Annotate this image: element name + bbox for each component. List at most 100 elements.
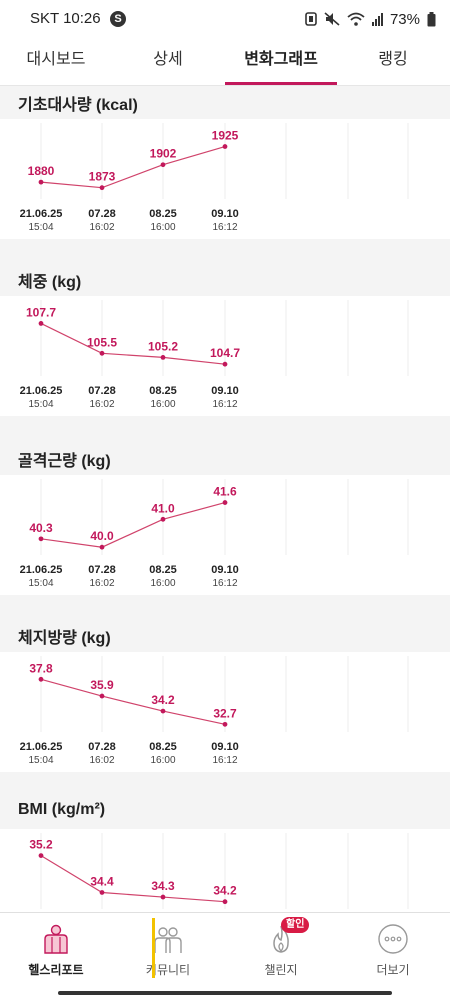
bmi-section-title: BMI (kg/m²) [18,801,106,818]
x-tick-date: 21.06.25 [20,208,63,220]
x-tick-date: 09.10 [211,208,239,220]
data-point [38,676,44,682]
tab-dashboard[interactable]: 대시보드 [0,38,112,86]
data-point [160,162,166,168]
health-report-icon [44,924,68,954]
bmr-chart: 1880 1873 1902 1925 21.06.25 15:04 07.28 16:02 0… [20,123,409,233]
data-point [38,179,44,185]
x-tick-time: 15:04 [28,755,53,766]
x-tick-time: 16:12 [212,399,237,410]
data-point [160,516,166,522]
active-tab-indicator [225,82,337,85]
x-tick-time: 16:02 [89,578,114,589]
data-label: 34.2 [213,884,237,898]
data-point [222,500,228,505]
series-line [40,855,226,903]
bmr-section-title: 기초대사량 (kcal) [18,97,138,114]
x-tick-time: 15:04 [28,399,53,410]
data-point [160,894,166,900]
muscle-chart-card: 40.3 40.0 41.0 41.6 21.06.25 15:04 07.28 16:02 0… [0,475,450,595]
x-tick-time: 15:04 [28,578,53,589]
x-tick-time: 16:00 [150,399,175,410]
x-tick-date: 08.25 [149,564,177,576]
weight-section-title: 체중 (kg) [18,274,82,291]
data-label: 34.3 [151,879,175,893]
mute-icon [324,12,340,26]
bottom-nav: 헬스리포트 커뮤니티 할인 챌린지 더보기 [0,912,450,986]
tab-detail[interactable]: 상세 [112,38,224,86]
data-label: 34.2 [151,693,175,707]
data-point [99,693,105,699]
data-label: 104.7 [210,346,240,360]
x-tick-date: 09.10 [211,564,239,576]
x-tick-time: 16:12 [212,578,237,589]
x-tick-time: 16:00 [150,578,175,589]
x-tick-date: 21.06.25 [20,741,63,753]
data-point [99,544,105,550]
data-label: 40.3 [29,521,53,535]
bmr-chart-card: 1880 1873 1902 1925 21.06.25 15:04 07.28 16:02 0… [0,119,450,239]
weight-chart-card: 107.7 105.5 105.2 104.7 21.06.25 15:04 07.28 16… [0,296,450,416]
tab-ranking[interactable]: 랭킹 [337,38,449,86]
home-gesture-handle[interactable] [58,991,392,995]
nav-health-report-label: 헬스리포트 [28,963,84,977]
x-tick-date: 21.06.25 [20,385,63,397]
x-tick-date: 09.10 [211,741,239,753]
body-fat-chart-card: 37.8 35.9 34.2 32.7 21.06.25 15:04 07.28 16:02 0… [0,652,450,772]
x-tick-date: 08.25 [149,741,177,753]
data-point [38,853,44,859]
nav-community[interactable]: 커뮤니티 [112,913,224,987]
battery-icon [427,11,436,26]
data-label: 1880 [28,164,55,178]
data-label: 105.5 [87,335,117,349]
muscle-section-title: 골격근량 (kg) [18,453,111,470]
nav-challenge-label: 챌린지 [264,963,298,977]
tab-change-graph[interactable]: 변화그래프 [225,38,337,86]
x-tick-time: 16:12 [212,755,237,766]
data-label: 32.7 [213,706,237,720]
samsung-s-icon: S [110,11,126,27]
data-point [160,355,166,360]
data-point [222,899,228,905]
x-tick-date: 07.28 [88,741,116,753]
series-line [40,145,226,189]
graph-list[interactable]: 기초대사량 (kcal) 1880 1873 1902 1925 21.06.25 15:… [0,86,450,912]
x-tick-time: 16:00 [150,755,175,766]
data-label: 35.9 [90,678,114,692]
nav-more[interactable]: 더보기 [337,913,449,987]
series-line [40,678,226,725]
challenge-discount-badge: 할인 [281,917,310,933]
bmi-chart: 35.234.434.334.221.06.2515:0407.2816:020… [29,833,409,909]
nav-community-label: 커뮤니티 [145,963,191,977]
status-bar: SKT 10:26 S 73% [0,0,450,38]
x-tick-date: 21.06.25 [20,564,63,576]
bmi-chart-card: 35.234.434.334.221.06.2515:0407.2816:020… [0,829,450,912]
x-tick-time: 16:02 [89,222,114,233]
x-tick-time: 16:02 [89,755,114,766]
data-point [38,536,44,542]
gesture-bar [0,986,450,1000]
more-dots-icon [378,924,408,954]
weight-chart: 107.7 105.5 105.2 104.7 21.06.25 15:04 07.28 16… [20,300,409,410]
x-tick-date: 07.28 [88,208,116,220]
x-tick-time: 16:02 [89,399,114,410]
data-label: 1873 [89,170,116,184]
nav-challenge[interactable]: 할인 챌린지 [225,913,337,987]
yellow-marker-line [152,918,155,978]
wifi-icon [347,12,365,26]
carrier-time: SKT 10:26 [30,10,101,27]
tab-bar: 대시보드 상세 변화그래프 랭킹 [0,38,450,86]
nav-health-report[interactable]: 헬스리포트 [0,913,112,987]
x-tick-date: 08.25 [149,208,177,220]
data-point [99,350,105,356]
data-point [222,144,228,149]
status-icons: 73% [305,9,436,29]
body-fat-section-title: 체지방량 (kg) [18,630,111,647]
data-label: 37.8 [29,661,53,675]
data-point [222,721,228,727]
data-point [222,361,228,367]
signal-icon [371,12,383,26]
nfc-icon [305,12,317,26]
data-point [160,708,166,714]
muscle-chart: 40.3 40.0 41.0 41.6 21.06.25 15:04 07.28 16:02 0… [20,479,409,589]
